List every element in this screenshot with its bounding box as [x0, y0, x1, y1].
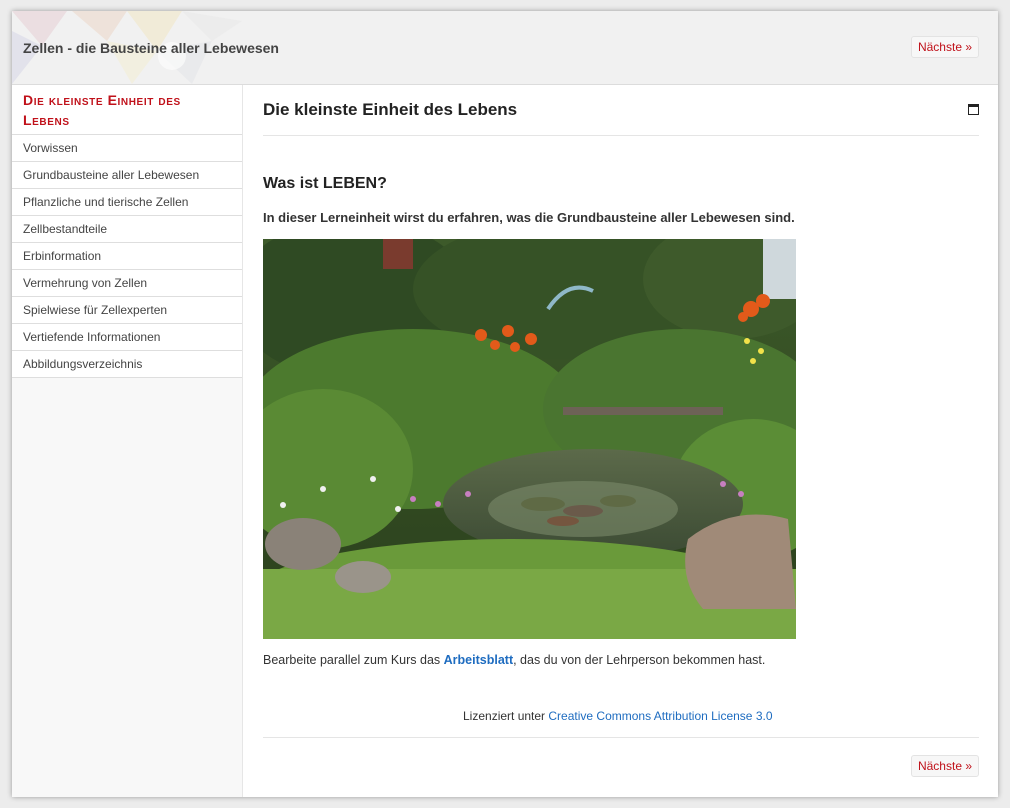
sidebar-item-pflanzliche-zellen[interactable]: Pflanzliche und tierische Zellen [12, 189, 242, 216]
title-divider [263, 135, 979, 136]
sidebar-item-spielwiese[interactable]: Spielwiese für Zellexperten [12, 297, 242, 324]
sidebar-item-vertiefende-informationen[interactable]: Vertiefende Informationen [12, 324, 242, 351]
license-link[interactable]: Creative Commons Attribution License 3.0 [548, 709, 772, 723]
header-bar: Zellen - die Bausteine aller Lebewesen N… [12, 11, 998, 85]
garden-pond-photo [263, 239, 796, 639]
next-button-bottom[interactable]: Nächste » [910, 755, 979, 777]
footer-divider [263, 737, 979, 738]
sidebar-item-vermehrung[interactable]: Vermehrung von Zellen [12, 270, 242, 297]
main-content: Die kleinste Einheit des Lebens Was ist … [263, 85, 979, 797]
instruction-text-after: , das du von der Lehrperson bekommen has… [513, 653, 766, 667]
license-prefix: Lizenziert unter [463, 709, 549, 723]
sidebar-item-grundbausteine[interactable]: Grundbausteine aller Lebewesen [12, 162, 242, 189]
next-button-top[interactable]: Nächste » [910, 36, 979, 58]
sidebar-item-abbildungsverzeichnis[interactable]: Abbildungsverzeichnis [12, 351, 242, 378]
page-title: Die kleinste Einheit des Lebens [263, 100, 518, 119]
instruction-text: Bearbeite parallel zum Kurs das Arbeitsb… [263, 653, 765, 667]
worksheet-link[interactable]: Arbeitsblatt [444, 653, 513, 667]
section-heading: Was ist LEBEN? [263, 175, 387, 192]
sidebar-item-erbinformation[interactable]: Erbinformation [12, 243, 242, 270]
sidebar-heading[interactable]: Die kleinste Einheit des Lebens [12, 85, 242, 135]
app-window: Zellen - die Bausteine aller Lebewesen N… [12, 11, 998, 797]
license-notice: Lizenziert unter Creative Commons Attrib… [463, 709, 773, 723]
sidebar: Die kleinste Einheit des Lebens Vorwisse… [12, 85, 243, 797]
intro-text: In dieser Lerneinheit wirst du erfahren,… [263, 210, 795, 225]
instruction-text-before: Bearbeite parallel zum Kurs das [263, 653, 444, 667]
sidebar-item-zellbestandteile[interactable]: Zellbestandteile [12, 216, 242, 243]
sidebar-item-vorwissen[interactable]: Vorwissen [12, 135, 242, 162]
app-title: Zellen - die Bausteine aller Lebewesen [23, 40, 279, 56]
maximize-icon[interactable] [968, 104, 979, 115]
